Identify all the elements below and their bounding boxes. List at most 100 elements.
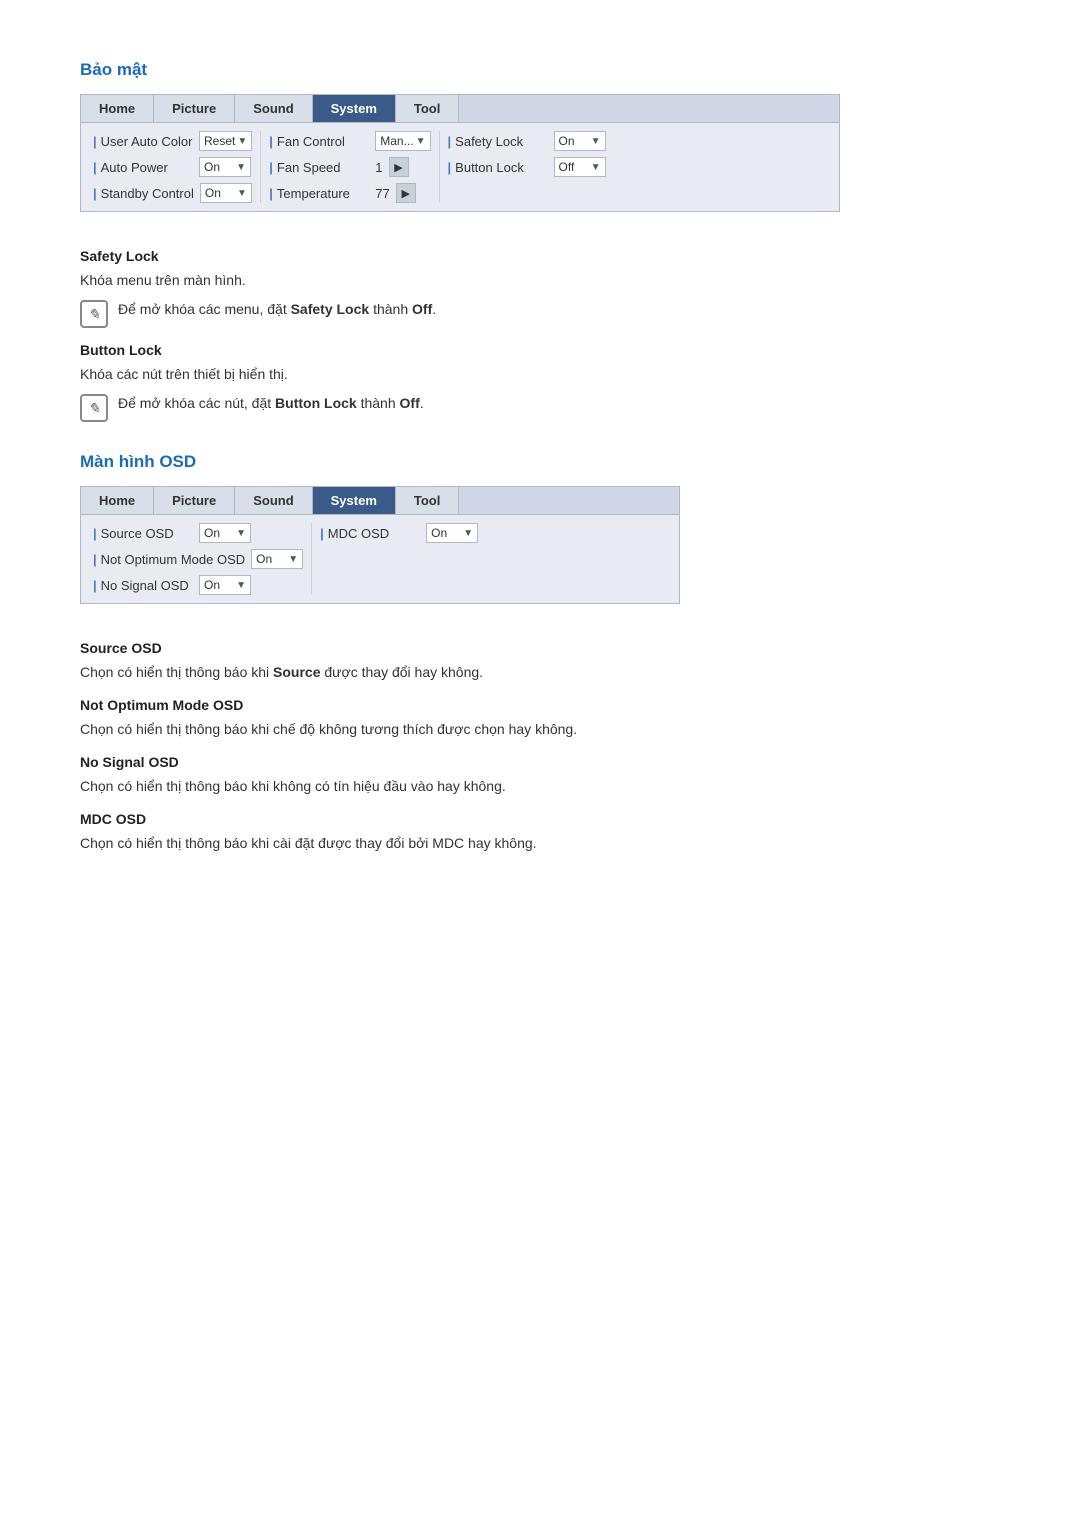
- label-source-osd: | Source OSD: [93, 526, 193, 541]
- row-temperature: | Temperature 77 ▶: [269, 183, 430, 203]
- dropdown-arrow-icon-3: ▼: [237, 188, 247, 199]
- label-safety-lock: | Safety Lock: [448, 134, 548, 149]
- nav-arrow-fan-speed[interactable]: ▶: [389, 157, 409, 177]
- dropdown-mdc-osd[interactable]: On ▼: [426, 523, 478, 543]
- mdc-osd-title: MDC OSD: [80, 811, 1000, 827]
- fan-speed-value: 1: [375, 160, 382, 175]
- row-fan-speed: | Fan Speed 1 ▶: [269, 157, 430, 177]
- not-optimum-osd-text: Chọn có hiển thị thông báo khi chế độ kh…: [80, 719, 1000, 740]
- row-no-signal-osd: | No Signal OSD On ▼: [93, 575, 303, 595]
- menu-tabs-1: Home Picture Sound System Tool: [81, 95, 839, 123]
- safety-lock-title: Safety Lock: [80, 248, 1000, 264]
- dropdown-arrow-icon-7: ▼: [591, 136, 601, 147]
- dropdown-arrow-icon-10: ▼: [288, 554, 298, 565]
- not-optimum-osd-title: Not Optimum Mode OSD: [80, 697, 1000, 713]
- dropdown-arrow-icon-2: ▼: [236, 162, 246, 173]
- dropdown-arrow-icon-12: ▼: [463, 528, 473, 539]
- osd-col-right: | MDC OSD On ▼: [312, 523, 492, 595]
- label-temperature: | Temperature: [269, 186, 369, 201]
- dropdown-arrow-icon-8: ▼: [591, 162, 601, 173]
- security-menu-table: Home Picture Sound System Tool | User Au…: [80, 94, 840, 212]
- label-fan-control: | Fan Control: [269, 134, 369, 149]
- tab-sound-1[interactable]: Sound: [235, 95, 312, 122]
- dropdown-no-signal-osd[interactable]: On ▼: [199, 575, 251, 595]
- dropdown-fan-control[interactable]: Man... ▼: [375, 131, 430, 151]
- tab-home-2[interactable]: Home: [81, 487, 154, 514]
- label-mdc-osd: | MDC OSD: [320, 526, 420, 541]
- tab-system-1[interactable]: System: [313, 95, 396, 122]
- dropdown-arrow-icon-11: ▼: [236, 580, 246, 591]
- section-bao-mat: Bảo mật Home Picture Sound System Tool |…: [80, 60, 1000, 422]
- dropdown-arrow-icon-9: ▼: [236, 528, 246, 539]
- pipe-icon-10: |: [93, 552, 97, 567]
- mdc-osd-text: Chọn có hiển thị thông báo khi cài đặt đ…: [80, 833, 1000, 854]
- tab-picture-2[interactable]: Picture: [154, 487, 235, 514]
- tab-tool-2[interactable]: Tool: [396, 487, 459, 514]
- osd-col-left: | Source OSD On ▼ | Not Optimum Mode OSD…: [85, 523, 312, 595]
- temperature-value: 77: [375, 186, 389, 201]
- row-user-auto-color: | User Auto Color Reset ▼: [93, 131, 252, 151]
- pipe-icon-6: |: [269, 186, 273, 201]
- tab-home-1[interactable]: Home: [81, 95, 154, 122]
- row-auto-power: | Auto Power On ▼: [93, 157, 252, 177]
- dropdown-not-optimum-osd[interactable]: On ▼: [251, 549, 303, 569]
- dropdown-arrow-icon-4: ▼: [416, 136, 426, 147]
- label-not-optimum-osd: | Not Optimum Mode OSD: [93, 552, 245, 567]
- no-signal-osd-text: Chọn có hiển thị thông báo khi không có …: [80, 776, 1000, 797]
- osd-menu-table: Home Picture Sound System Tool | Source …: [80, 486, 680, 604]
- pipe-icon-3: |: [93, 186, 97, 201]
- source-osd-title: Source OSD: [80, 640, 1000, 656]
- dropdown-source-osd[interactable]: On ▼: [199, 523, 251, 543]
- menu-col-3: | Safety Lock On ▼ | Button Lock Off: [440, 131, 614, 203]
- no-signal-osd-title: No Signal OSD: [80, 754, 1000, 770]
- pipe-icon-4: |: [269, 134, 273, 149]
- button-lock-title: Button Lock: [80, 342, 1000, 358]
- pipe-icon-11: |: [93, 578, 97, 593]
- tab-sound-2[interactable]: Sound: [235, 487, 312, 514]
- dropdown-safety-lock[interactable]: On ▼: [554, 131, 606, 151]
- dropdown-button-lock[interactable]: Off ▼: [554, 157, 606, 177]
- menu-col-1: | User Auto Color Reset ▼ | Auto Power O…: [85, 131, 261, 203]
- dropdown-reset[interactable]: Reset ▼: [199, 131, 252, 151]
- safety-lock-note-text: Để mở khóa các menu, đặt Safety Lock thà…: [118, 299, 436, 320]
- row-button-lock: | Button Lock Off ▼: [448, 157, 606, 177]
- dropdown-auto-power[interactable]: On ▼: [199, 157, 251, 177]
- osd-body: | Source OSD On ▼ | Not Optimum Mode OSD…: [81, 515, 679, 603]
- button-lock-note: ✎ Để mở khóa các nút, đặt Button Lock th…: [80, 393, 1000, 422]
- safety-lock-note: ✎ Để mở khóa các menu, đặt Safety Lock t…: [80, 299, 1000, 328]
- section-title-1: Bảo mật: [80, 60, 1000, 80]
- row-not-optimum-osd: | Not Optimum Mode OSD On ▼: [93, 549, 303, 569]
- button-lock-desc: Khóa các nút trên thiết bị hiển thị.: [80, 364, 1000, 385]
- tab-tool-1[interactable]: Tool: [396, 95, 459, 122]
- section-title-2: Màn hình OSD: [80, 452, 1000, 472]
- row-safety-lock: | Safety Lock On ▼: [448, 131, 606, 151]
- row-standby-control: | Standby Control On ▼: [93, 183, 252, 203]
- pipe-icon-5: |: [269, 160, 273, 175]
- dropdown-standby[interactable]: On ▼: [200, 183, 252, 203]
- pipe-icon-7: |: [448, 134, 452, 149]
- tab-system-2[interactable]: System: [313, 487, 396, 514]
- menu-col-2: | Fan Control Man... ▼ | Fan Speed 1: [261, 131, 439, 203]
- row-fan-control: | Fan Control Man... ▼: [269, 131, 430, 151]
- menu-tabs-2: Home Picture Sound System Tool: [81, 487, 679, 515]
- nav-arrow-temperature[interactable]: ▶: [396, 183, 416, 203]
- row-source-osd: | Source OSD On ▼: [93, 523, 303, 543]
- note-icon-1: ✎: [80, 300, 108, 328]
- dropdown-arrow-icon: ▼: [237, 136, 247, 147]
- nav-temperature: 77 ▶: [375, 183, 415, 203]
- label-button-lock: | Button Lock: [448, 160, 548, 175]
- section-man-hinh-osd: Màn hình OSD Home Picture Sound System T…: [80, 452, 1000, 854]
- label-user-auto-color: | User Auto Color: [93, 134, 193, 149]
- pipe-icon-12: |: [320, 526, 324, 541]
- label-no-signal-osd: | No Signal OSD: [93, 578, 193, 593]
- button-lock-note-text: Để mở khóa các nút, đặt Button Lock thàn…: [118, 393, 424, 414]
- label-fan-speed: | Fan Speed: [269, 160, 369, 175]
- safety-lock-desc: Khóa menu trên màn hình.: [80, 270, 1000, 291]
- menu-body-1: | User Auto Color Reset ▼ | Auto Power O…: [81, 123, 839, 211]
- pipe-icon-8: |: [448, 160, 452, 175]
- pipe-icon: |: [93, 134, 97, 149]
- label-auto-power: | Auto Power: [93, 160, 193, 175]
- row-mdc-osd: | MDC OSD On ▼: [320, 523, 484, 543]
- label-standby-control: | Standby Control: [93, 186, 194, 201]
- tab-picture-1[interactable]: Picture: [154, 95, 235, 122]
